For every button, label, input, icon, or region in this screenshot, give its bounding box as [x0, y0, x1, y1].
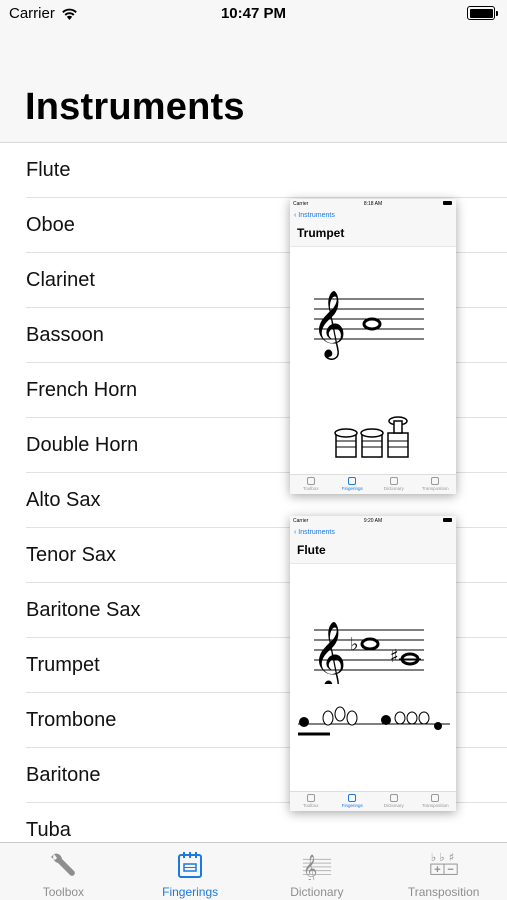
preview-content: 𝄞 ♭ ♯: [290, 564, 456, 792]
preview-back-button: ‹ Instruments: [294, 529, 335, 536]
preview-card-trumpet[interactable]: Carrier 8:18 AM ‹ Instruments Trumpet 𝄞: [290, 199, 456, 494]
flute-keys-diagram-icon: [298, 706, 450, 736]
tab-bar: Toolbox Fingerings 𝄞 Dictionary ♭ ♭ ♯ Tr…: [0, 842, 507, 900]
preview-tab-transposition: Transposition: [415, 475, 457, 494]
navigation-bar: Instruments: [0, 30, 507, 143]
music-staff-trumpet: 𝄞: [312, 289, 424, 360]
page-title: Instruments: [25, 86, 245, 128]
svg-text:♯: ♯: [448, 851, 453, 864]
preview-tab-transposition: Transposition: [415, 792, 457, 811]
battery-icon: [467, 6, 498, 20]
preview-card-flute[interactable]: Carrier 9:20 AM ‹ Instruments Flute 𝄞 ♭ …: [290, 516, 456, 811]
tab-label: Transposition: [407, 885, 480, 899]
preview-time: 9:20 AM: [363, 518, 383, 524]
music-staff-flute: 𝄞 ♭ ♯: [312, 620, 424, 684]
transposition-icon: ♭ ♭ ♯: [428, 849, 460, 881]
tab-transposition[interactable]: ♭ ♭ ♯ Transposition: [380, 843, 507, 900]
preview-tab-fingerings: Fingerings: [332, 475, 374, 494]
tab-dictionary[interactable]: 𝄞 Dictionary: [254, 843, 381, 900]
svg-text:𝄞: 𝄞: [303, 853, 317, 880]
svg-text:♭: ♭: [430, 851, 435, 864]
preview-nav: ‹ Instruments Flute: [290, 526, 456, 564]
preview-tab-bar: Toolbox Fingerings Dictionary Transposit…: [290, 474, 456, 494]
preview-title: Flute: [297, 543, 326, 557]
preview-status-bar: Carrier 9:20 AM: [290, 516, 456, 526]
preview-battery-icon: [443, 518, 452, 522]
preview-time: 8:18 AM: [363, 201, 383, 207]
svg-text:♭: ♭: [439, 851, 444, 864]
preview-tab-toolbox: Toolbox: [290, 792, 332, 811]
tab-toolbox[interactable]: Toolbox: [0, 843, 127, 900]
tab-fingerings[interactable]: Fingerings: [127, 843, 254, 900]
preview-tab-fingerings: Fingerings: [332, 792, 374, 811]
list-item-flute[interactable]: Flute: [0, 143, 507, 198]
svg-text:♯: ♯: [390, 646, 399, 667]
preview-status-bar: Carrier 8:18 AM: [290, 199, 456, 209]
preview-back-button: ‹ Instruments: [294, 212, 335, 219]
svg-text:𝄞: 𝄞: [312, 620, 346, 684]
preview-tab-toolbox: Toolbox: [290, 475, 332, 494]
preview-nav: ‹ Instruments Trumpet: [290, 209, 456, 247]
svg-text:𝄞: 𝄞: [312, 289, 346, 360]
valve-diagram-icon: [334, 416, 409, 458]
status-time: 10:47 PM: [220, 5, 287, 22]
status-bar: Carrier 10:47 PM: [0, 0, 507, 30]
tab-label: Dictionary: [290, 885, 344, 899]
wrench-icon: [47, 849, 79, 881]
fingering-chart-icon: [174, 849, 206, 881]
preview-tab-dictionary: Dictionary: [373, 792, 415, 811]
preview-tab-dictionary: Dictionary: [373, 475, 415, 494]
tab-label: Fingerings: [162, 885, 219, 899]
preview-title: Trumpet: [297, 226, 345, 240]
preview-battery-icon: [443, 201, 452, 205]
svg-text:♭: ♭: [350, 634, 359, 655]
tab-label: Toolbox: [42, 885, 85, 899]
preview-tab-bar: Toolbox Fingerings Dictionary Transposit…: [290, 791, 456, 811]
preview-content: 𝄞: [290, 247, 456, 475]
treble-clef-staff-icon: 𝄞: [301, 849, 333, 881]
